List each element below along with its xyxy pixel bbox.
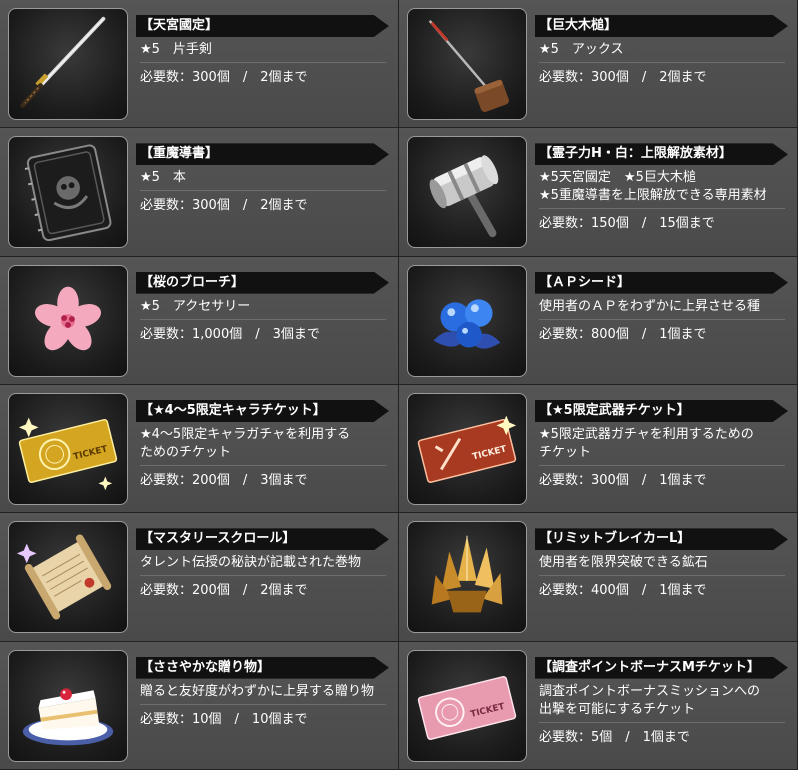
item-name: 【重魔導書】: [136, 143, 389, 166]
pink-ticket-icon: TICKET: [417, 675, 517, 740]
item-name: 【★5限定武器チケット】: [535, 399, 788, 422]
item-requirement: 必要数：1,000個 / 3個まで: [140, 326, 320, 342]
item-thumbnail: [8, 649, 128, 762]
item-name: 【リミットブレイカーL】: [535, 528, 788, 551]
exchange-item[interactable]: 【ＡＰシード】 使用者のＡＰをわずかに上昇させる種 必要数：800個 / 1個ま…: [399, 256, 798, 385]
item-thumbnail: [8, 521, 128, 634]
item-requirement: 必要数：200個 / 2個まで: [140, 583, 308, 599]
item-thumbnail: [407, 8, 527, 120]
item-description: ★5天宮國定 ★5巨大木槌 ★5重魔導書を上限解放できる専用素材: [539, 169, 785, 210]
katana-icon: [20, 16, 106, 108]
item-requirement: 必要数：800個 / 1個まで: [539, 326, 707, 342]
exchange-item[interactable]: TICKET 【★4～5限定キャラチケット】 ★4～5限定キャラガチャを利用する…: [0, 384, 399, 514]
item-requirement: 必要数：300個 / 2個まで: [140, 198, 308, 214]
exchange-item[interactable]: 【重魔導書】 ★5 本 必要数：300個 / 2個まで: [0, 128, 399, 257]
crystal-ore-icon: [431, 536, 503, 613]
item-requirement: 必要数：5個 / 1個まで: [539, 729, 690, 745]
item-name: 【ＡＰシード】: [535, 271, 788, 294]
gold-ticket-icon: TICKET: [18, 417, 118, 491]
scroll-icon: [16, 534, 112, 620]
item-description: ★5限定武器ガチャを利用するための チケット: [539, 426, 785, 466]
item-description: 調査ポイントボーナスミッションへの 出撃を可能にするチケット: [539, 683, 785, 723]
exchange-item[interactable]: TICKET 【調査ポイントボーナスMチケット】 調査ポイントボーナスミッション…: [399, 641, 798, 770]
item-thumbnail: [8, 136, 128, 249]
item-name: 【桜のブローチ】: [136, 271, 389, 294]
exchange-item[interactable]: TICKET 【★5限定武器チケット】 ★5限定武器ガチャを利用するための チケ…: [399, 384, 798, 514]
item-name: 【巨大木槌】: [535, 15, 788, 37]
item-requirement: 必要数：300個 / 2個まで: [539, 70, 707, 85]
item-thumbnail: [407, 521, 527, 634]
item-name: 【★4～5限定キャラチケット】: [136, 399, 389, 422]
grimoire-icon: [24, 144, 112, 242]
item-name: 【天宮國定】: [136, 15, 389, 37]
exchange-item[interactable]: 【マスタリースクロール】 タレント伝授の秘訣が記載された巻物 必要数：200個 …: [0, 513, 399, 642]
item-thumbnail: [8, 264, 128, 377]
blue-seed-icon: [433, 299, 501, 349]
item-description: タレント伝授の秘訣が記載された巻物: [140, 554, 386, 577]
item-name: 【霊子力H・白：上限解放素材】: [535, 143, 788, 166]
item-description: 贈ると友好度がわずかに上昇する贈り物: [140, 683, 386, 705]
item-description: ★5 片手剣: [140, 41, 386, 63]
item-thumbnail: [407, 264, 527, 377]
item-description: 使用者を限界突破できる鉱石: [539, 554, 785, 577]
exchange-item[interactable]: 【霊子力H・白：上限解放素材】 ★5天宮國定 ★5巨大木槌 ★5重魔導書を上限解…: [399, 128, 798, 257]
wooden-mallet-icon: [428, 19, 509, 112]
exchange-item[interactable]: 【ささやかな贈り物】 贈ると友好度がわずかに上昇する贈り物 必要数：10個 / …: [0, 641, 399, 770]
steel-hammer-icon: [429, 155, 499, 238]
item-thumbnail: TICKET: [407, 392, 527, 505]
item-description: ★5 アックス: [539, 41, 785, 63]
exchange-item[interactable]: 【桜のブローチ】 ★5 アクセサリー 必要数：1,000個 / 3個まで: [0, 256, 399, 385]
sakura-brooch-icon: [34, 286, 102, 350]
exchange-item[interactable]: 【巨大木槌】 ★5 アックス 必要数：300個 / 2個まで: [399, 0, 798, 129]
item-name: 【調査ポイントボーナスMチケット】: [535, 656, 788, 679]
exchange-item-grid: 【天宮國定】 ★5 片手剣 必要数：300個 / 2個まで 【巨大木槌】 ★5 …: [0, 0, 798, 770]
item-description: 使用者のＡＰをわずかに上昇させる種: [539, 298, 785, 320]
item-description: ★5 アクセサリー: [140, 298, 386, 320]
item-requirement: 必要数：10個 / 10個まで: [140, 711, 308, 727]
cake-icon: [22, 687, 114, 745]
item-requirement: 必要数：300個 / 2個まで: [140, 70, 308, 85]
exchange-item[interactable]: 【リミットブレイカーL】 使用者を限界突破できる鉱石 必要数：400個 / 1個…: [399, 513, 798, 642]
item-thumbnail: TICKET: [407, 649, 527, 762]
red-ticket-icon: TICKET: [417, 415, 517, 483]
item-name: 【ささやかな贈り物】: [136, 656, 389, 679]
exchange-item[interactable]: 【天宮國定】 ★5 片手剣 必要数：300個 / 2個まで: [0, 0, 399, 129]
item-thumbnail: TICKET: [8, 392, 128, 505]
item-requirement: 必要数：400個 / 1個まで: [539, 583, 707, 599]
item-thumbnail: [8, 8, 128, 120]
item-thumbnail: [407, 136, 527, 249]
item-requirement: 必要数：150個 / 15個まで: [539, 216, 715, 232]
item-requirement: 必要数：200個 / 3個まで: [140, 472, 308, 488]
item-requirement: 必要数：300個 / 1個まで: [539, 472, 707, 488]
item-name: 【マスタリースクロール】: [136, 528, 389, 551]
item-description: ★4～5限定キャラガチャを利用する ためのチケット: [140, 426, 386, 466]
item-description: ★5 本: [140, 169, 386, 192]
